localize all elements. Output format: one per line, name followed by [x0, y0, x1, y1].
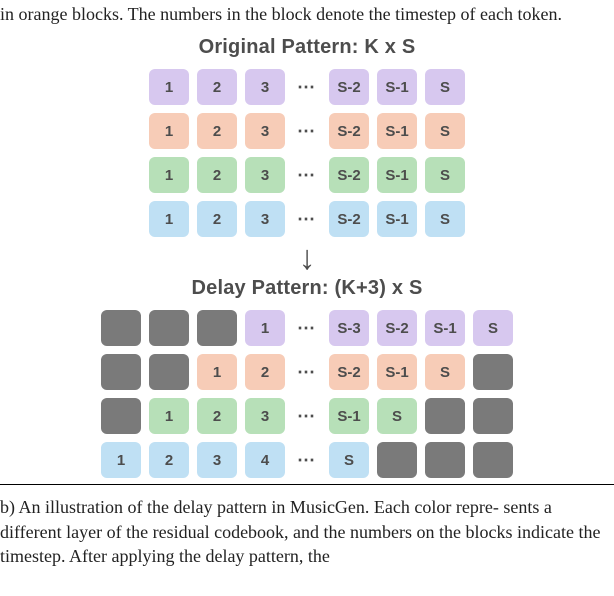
token-cell: 3 — [245, 398, 285, 434]
original-grid: 123⋯S-2S-1S123⋯S-2S-1S123⋯S-2S-1S123⋯S-2… — [149, 69, 465, 237]
original-row: 123⋯S-2S-1S — [149, 157, 465, 193]
token-cell: 2 — [197, 398, 237, 434]
original-row: 123⋯S-2S-1S — [149, 201, 465, 237]
ellipsis-icon: ⋯ — [293, 442, 321, 478]
token-cell: 3 — [245, 157, 285, 193]
mask-token — [377, 442, 417, 478]
mask-token — [473, 442, 513, 478]
mask-token — [473, 398, 513, 434]
mask-token — [425, 398, 465, 434]
divider — [0, 484, 614, 485]
delay-row: 123⋯S-1S — [101, 398, 513, 434]
ellipsis-icon: ⋯ — [293, 201, 321, 237]
token-cell: 1 — [245, 310, 285, 346]
ellipsis-icon: ⋯ — [293, 157, 321, 193]
token-cell: S-2 — [329, 113, 369, 149]
token-cell: 2 — [197, 113, 237, 149]
token-cell: 3 — [197, 442, 237, 478]
token-cell: S-2 — [377, 310, 417, 346]
token-cell: 2 — [197, 69, 237, 105]
delay-pattern-title: Delay Pattern: (K+3) x S — [192, 277, 423, 300]
token-cell: 2 — [197, 157, 237, 193]
mask-token — [101, 354, 141, 390]
token-cell: S-2 — [329, 354, 369, 390]
mask-token — [149, 354, 189, 390]
ellipsis-icon: ⋯ — [293, 69, 321, 105]
token-cell: 1 — [197, 354, 237, 390]
mask-token — [197, 310, 237, 346]
mask-token — [101, 398, 141, 434]
token-cell: 2 — [149, 442, 189, 478]
token-cell: S-3 — [329, 310, 369, 346]
token-cell: S-1 — [377, 201, 417, 237]
token-cell: S — [425, 157, 465, 193]
token-cell: 3 — [245, 69, 285, 105]
token-cell: S — [377, 398, 417, 434]
original-row: 123⋯S-2S-1S — [149, 69, 465, 105]
token-cell: 1 — [101, 442, 141, 478]
mask-token — [101, 310, 141, 346]
delay-grid: 1⋯S-3S-2S-1S12⋯S-2S-1S123⋯S-1S1234⋯S — [101, 310, 513, 478]
token-cell: 1 — [149, 69, 189, 105]
caption-top: in orange blocks. The numbers in the blo… — [0, 0, 614, 32]
delay-row: 1⋯S-3S-2S-1S — [101, 310, 513, 346]
token-cell: 1 — [149, 201, 189, 237]
token-cell: S-2 — [329, 157, 369, 193]
token-cell: 1 — [149, 157, 189, 193]
original-row: 123⋯S-2S-1S — [149, 113, 465, 149]
token-cell: S-1 — [329, 398, 369, 434]
token-cell: S — [425, 69, 465, 105]
token-cell: S-2 — [329, 201, 369, 237]
token-cell: 4 — [245, 442, 285, 478]
original-pattern-title: Original Pattern: K x S — [199, 36, 416, 59]
token-cell: S — [329, 442, 369, 478]
delay-row: 12⋯S-2S-1S — [101, 354, 513, 390]
ellipsis-icon: ⋯ — [293, 310, 321, 346]
token-cell: 3 — [245, 113, 285, 149]
token-cell: 2 — [245, 354, 285, 390]
token-cell: S-1 — [425, 310, 465, 346]
delay-row: 1234⋯S — [101, 442, 513, 478]
token-cell: S — [425, 113, 465, 149]
token-cell: S-1 — [377, 354, 417, 390]
token-cell: 3 — [245, 201, 285, 237]
token-cell: 1 — [149, 398, 189, 434]
mask-token — [473, 354, 513, 390]
token-cell: 2 — [197, 201, 237, 237]
token-cell: 1 — [149, 113, 189, 149]
diagram: Original Pattern: K x S 123⋯S-2S-1S123⋯S… — [0, 32, 614, 482]
ellipsis-icon: ⋯ — [293, 398, 321, 434]
caption-bottom: b) An illustration of the delay pattern … — [0, 487, 614, 574]
mask-token — [425, 442, 465, 478]
down-arrow-icon: ↓ — [299, 241, 316, 275]
token-cell: S — [425, 354, 465, 390]
token-cell: S-1 — [377, 69, 417, 105]
token-cell: S-2 — [329, 69, 369, 105]
ellipsis-icon: ⋯ — [293, 354, 321, 390]
token-cell: S-1 — [377, 157, 417, 193]
token-cell: S — [425, 201, 465, 237]
mask-token — [149, 310, 189, 346]
ellipsis-icon: ⋯ — [293, 113, 321, 149]
token-cell: S-1 — [377, 113, 417, 149]
token-cell: S — [473, 310, 513, 346]
